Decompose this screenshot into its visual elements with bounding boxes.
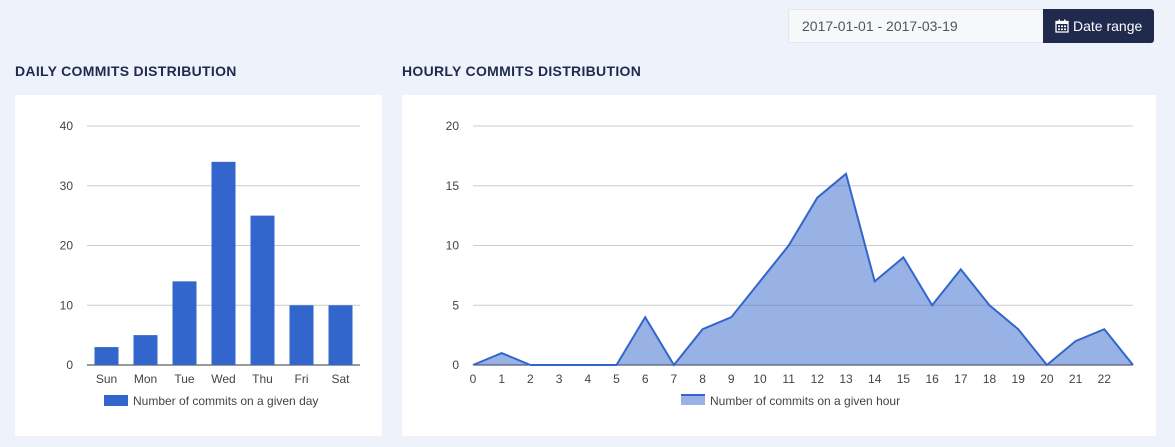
daily-chart-title: DAILY COMMITS DISTRIBUTION: [15, 63, 237, 79]
x-tick-label: Thu: [252, 372, 273, 386]
area-fill: [473, 173, 1133, 365]
y-tick-label: 20: [446, 119, 460, 133]
x-tick-label: Sat: [331, 372, 350, 386]
x-tick-label: 8: [699, 372, 706, 386]
x-tick-label: 16: [925, 372, 939, 386]
legend-label: Number of commits on a given day: [133, 394, 318, 408]
y-tick-label: 40: [60, 119, 74, 133]
x-tick-label: 13: [839, 372, 853, 386]
y-tick-label: 5: [452, 298, 459, 312]
y-tick-label: 0: [452, 358, 459, 372]
x-tick-label: 15: [897, 372, 911, 386]
x-tick-label: 17: [954, 372, 968, 386]
date-range-input[interactable]: 2017-01-01 - 2017-03-19: [788, 9, 1043, 43]
x-tick-label: 22: [1098, 372, 1112, 386]
date-range-picker: 2017-01-01 - 2017-03-19 Date range: [788, 9, 1155, 43]
x-tick-label: 4: [584, 372, 591, 386]
x-tick-label: Fri: [295, 372, 309, 386]
y-tick-label: 30: [60, 179, 74, 193]
y-tick-label: 15: [446, 179, 460, 193]
x-tick-label: 3: [556, 372, 563, 386]
x-tick-label: 6: [642, 372, 649, 386]
bar: [289, 305, 314, 365]
x-tick-label: 7: [671, 372, 678, 386]
daily-commits-chart: 0 10 20 30 40 Sun Mon Tue Wed Thu Fri Sat Number of …: [60, 119, 360, 408]
bar: [172, 281, 197, 365]
y-tick-label: 10: [446, 239, 460, 253]
bar: [133, 335, 158, 365]
x-tick-label: 5: [613, 372, 620, 386]
calendar-icon: [1055, 19, 1069, 33]
x-tick-label: 21: [1069, 372, 1083, 386]
y-tick-label: 20: [60, 239, 74, 253]
x-tick-label: 9: [728, 372, 735, 386]
hourly-chart-title: HOURLY COMMITS DISTRIBUTION: [402, 63, 642, 79]
daily-chart-panel: 0 10 20 30 40 Sun Mon Tue Wed Thu Fri Sat Number of …: [15, 95, 382, 436]
legend-label: Number of commits on a given hour: [710, 394, 900, 408]
y-tick-label: 0: [66, 358, 73, 372]
hourly-commits-chart: 051015200 1 2 3 4 5 6 7 8 9 10 11 12 13 14 15 16 17 18 19 20…: [446, 119, 1134, 408]
bar: [328, 305, 353, 365]
bar: [250, 215, 275, 365]
legend-swatch: [104, 395, 128, 406]
date-range-button-label: Date range: [1073, 18, 1143, 34]
hourly-chart-panel: 0 5 10 15 20 0 1 2 3 4 5 6 7 8 9 10 11 12 13 14 15 16 17 18 19 20…: [402, 95, 1156, 436]
x-tick-label: 14: [868, 372, 882, 386]
x-tick-label: 1: [498, 372, 505, 386]
x-tick-label: 18: [983, 372, 997, 386]
x-tick-label: 0: [470, 372, 477, 386]
legend-swatch: [681, 395, 705, 405]
x-tick-label: 12: [811, 372, 825, 386]
date-range-button[interactable]: Date range: [1043, 9, 1155, 43]
x-tick-label: 11: [782, 372, 795, 386]
bar: [211, 161, 236, 365]
y-tick-label: 10: [60, 298, 74, 312]
x-tick-label: 2: [527, 372, 534, 386]
x-tick-label: Wed: [211, 372, 235, 386]
x-tick-label: Sun: [96, 372, 117, 386]
x-tick-label: Mon: [134, 372, 157, 386]
x-tick-label: Tue: [174, 372, 195, 386]
x-tick-label: 19: [1012, 372, 1026, 386]
x-tick-label: 20: [1040, 372, 1054, 386]
bar: [94, 347, 119, 365]
x-tick-label: 10: [753, 372, 767, 386]
